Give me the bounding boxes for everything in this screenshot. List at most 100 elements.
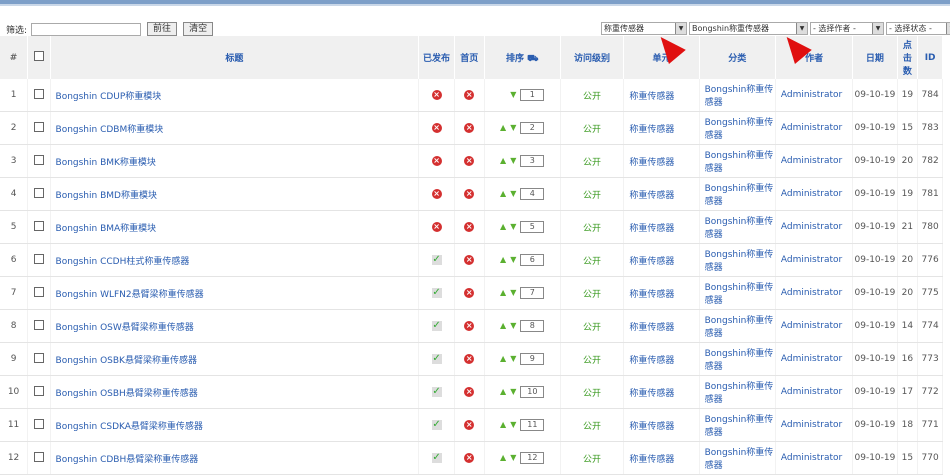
article-title-link[interactable]: Bongshin CSDKA悬臂梁称重传感器 xyxy=(56,422,203,432)
published-check-icon[interactable]: ✓ xyxy=(431,453,442,463)
move-down-icon[interactable]: ▼ xyxy=(510,354,516,363)
move-down-icon[interactable]: ▼ xyxy=(510,288,516,297)
order-input[interactable]: 6 xyxy=(520,254,545,266)
order-input[interactable]: 8 xyxy=(520,320,545,332)
column-header[interactable]: 日期 xyxy=(852,36,898,79)
section-link[interactable]: 称重传感器 xyxy=(629,257,674,267)
section-link[interactable]: 称重传感器 xyxy=(629,92,674,102)
author-link[interactable]: Administrator xyxy=(781,387,842,397)
column-header[interactable]: 首页 xyxy=(454,36,485,79)
move-down-icon[interactable]: ▼ xyxy=(510,420,516,429)
not-featured-x-icon[interactable]: × xyxy=(464,156,475,166)
access-level-link[interactable]: 公开 xyxy=(583,257,601,267)
row-checkbox[interactable] xyxy=(33,352,44,363)
author-link[interactable]: Administrator xyxy=(781,420,842,430)
access-level-link[interactable]: 公开 xyxy=(583,323,601,333)
section-link[interactable]: 称重传感器 xyxy=(629,389,674,399)
unpublished-x-icon[interactable]: × xyxy=(431,222,442,232)
author-link[interactable]: Administrator xyxy=(781,123,842,133)
unpublished-x-icon[interactable]: × xyxy=(431,123,442,133)
not-featured-x-icon[interactable]: × xyxy=(464,420,475,430)
column-header[interactable]: 点击数 xyxy=(897,36,919,79)
section-select[interactable]: 称重传感器 ▼ xyxy=(601,22,687,35)
access-level-link[interactable]: 公开 xyxy=(583,389,601,399)
section-link[interactable]: 称重传感器 xyxy=(629,323,674,333)
move-down-icon[interactable]: ▼ xyxy=(510,156,516,165)
article-title-link[interactable]: Bongshin OSBH悬臂梁称重传感器 xyxy=(56,389,198,399)
not-featured-x-icon[interactable]: × xyxy=(464,354,475,364)
not-featured-x-icon[interactable]: × xyxy=(464,255,475,265)
column-header[interactable]: 分类 xyxy=(699,36,776,79)
select-all-checkbox[interactable] xyxy=(33,51,44,61)
access-level-link[interactable]: 公开 xyxy=(583,290,601,300)
move-down-icon[interactable]: ▼ xyxy=(510,453,516,462)
order-input[interactable]: 7 xyxy=(520,287,545,299)
section-link[interactable]: 称重传感器 xyxy=(629,356,674,366)
article-title-link[interactable]: Bongshin OSW悬臂梁称重传感器 xyxy=(56,323,194,333)
row-checkbox[interactable] xyxy=(33,418,44,429)
published-check-icon[interactable]: ✓ xyxy=(431,255,442,265)
filter-input[interactable] xyxy=(31,22,142,36)
row-checkbox[interactable] xyxy=(33,88,44,99)
article-title-link[interactable]: Bongshin CDUP称重模块 xyxy=(56,92,162,102)
category-link[interactable]: Bongshin称重传感器 xyxy=(705,382,774,405)
section-link[interactable]: 称重传感器 xyxy=(629,455,674,465)
access-level-link[interactable]: 公开 xyxy=(583,455,601,465)
column-header[interactable]: # xyxy=(0,36,29,79)
column-header[interactable]: 排序 ⛟ xyxy=(484,36,561,79)
category-link[interactable]: Bongshin称重传感器 xyxy=(705,250,774,273)
access-level-link[interactable]: 公开 xyxy=(583,422,601,432)
unpublished-x-icon[interactable]: × xyxy=(431,156,442,166)
move-down-icon[interactable]: ▼ xyxy=(510,222,516,231)
article-title-link[interactable]: Bongshin CDBM称重模块 xyxy=(56,125,164,135)
row-checkbox[interactable] xyxy=(33,187,44,198)
access-level-link[interactable]: 公开 xyxy=(583,356,601,366)
not-featured-x-icon[interactable]: × xyxy=(464,288,475,298)
save-order-icon[interactable]: ⛟ xyxy=(527,54,538,64)
move-up-icon[interactable]: ▲ xyxy=(500,189,506,198)
not-featured-x-icon[interactable]: × xyxy=(464,123,475,133)
author-link[interactable]: Administrator xyxy=(781,255,842,265)
author-link[interactable]: Administrator xyxy=(781,222,842,232)
article-title-link[interactable]: Bongshin BMA称重模块 xyxy=(56,224,157,234)
published-check-icon[interactable]: ✓ xyxy=(431,420,442,430)
move-down-icon[interactable]: ▼ xyxy=(510,321,516,330)
published-check-icon[interactable]: ✓ xyxy=(431,288,442,298)
article-title-link[interactable]: Bongshin OSBK悬臂梁称重传感器 xyxy=(56,356,197,366)
category-link[interactable]: Bongshin称重传感器 xyxy=(705,217,774,240)
unpublished-x-icon[interactable]: × xyxy=(431,189,442,199)
section-link[interactable]: 称重传感器 xyxy=(629,422,674,432)
move-up-icon[interactable]: ▲ xyxy=(500,288,506,297)
move-down-icon[interactable]: ▼ xyxy=(510,90,516,99)
column-header[interactable]: ID xyxy=(917,36,943,79)
not-featured-x-icon[interactable]: × xyxy=(464,387,475,397)
author-link[interactable]: Administrator xyxy=(781,288,842,298)
move-up-icon[interactable]: ▲ xyxy=(500,387,506,396)
published-check-icon[interactable]: ✓ xyxy=(431,354,442,364)
move-down-icon[interactable]: ▼ xyxy=(510,189,516,198)
author-link[interactable]: Administrator xyxy=(781,453,842,463)
order-input[interactable]: 1 xyxy=(520,89,545,101)
order-input[interactable]: 12 xyxy=(520,452,545,464)
category-link[interactable]: Bongshin称重传感器 xyxy=(705,415,774,438)
published-check-icon[interactable]: ✓ xyxy=(431,387,442,397)
access-level-link[interactable]: 公开 xyxy=(583,92,601,102)
section-link[interactable]: 称重传感器 xyxy=(629,224,674,234)
article-title-link[interactable]: Bongshin CCDH柱式称重传感器 xyxy=(56,257,190,267)
category-link[interactable]: Bongshin称重传感器 xyxy=(705,283,774,306)
move-up-icon[interactable]: ▲ xyxy=(500,123,506,132)
category-link[interactable]: Bongshin称重传感器 xyxy=(705,349,774,372)
move-down-icon[interactable]: ▼ xyxy=(510,123,516,132)
row-checkbox[interactable] xyxy=(33,385,44,396)
move-up-icon[interactable]: ▲ xyxy=(500,354,506,363)
unpublished-x-icon[interactable]: × xyxy=(431,90,442,100)
row-checkbox[interactable] xyxy=(33,121,44,132)
row-checkbox[interactable] xyxy=(33,154,44,165)
order-input[interactable]: 2 xyxy=(520,122,545,134)
article-title-link[interactable]: Bongshin WLFN2悬臂梁称重传感器 xyxy=(56,290,204,300)
row-checkbox[interactable] xyxy=(33,286,44,297)
move-down-icon[interactable]: ▼ xyxy=(510,387,516,396)
state-select[interactable]: - 选择状态 - ▼ xyxy=(886,22,950,35)
category-link[interactable]: Bongshin称重传感器 xyxy=(705,151,774,174)
not-featured-x-icon[interactable]: × xyxy=(464,222,475,232)
